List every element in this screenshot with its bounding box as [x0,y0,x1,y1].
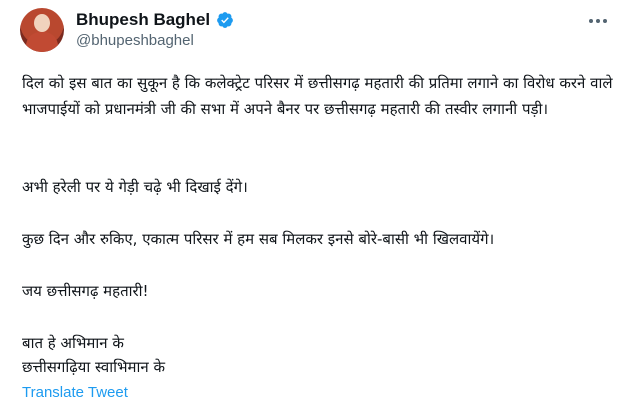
dot [603,19,607,23]
translate-tweet-link[interactable]: Translate Tweet [22,384,128,401]
author-name[interactable]: Bhupesh Baghel [76,10,210,30]
tweet-line: छत्तीसगढ़िया स्वाभिमान के [22,358,165,376]
author-name-row: Bhupesh Baghel [76,10,234,30]
more-options-icon[interactable] [586,14,610,28]
tweet-card: Bhupesh Baghel @bhupeshbaghel दिल को इस … [0,0,630,401]
dot [589,19,593,23]
avatar-body [26,32,58,52]
tweet-paragraph: दिल को इस बात का सुकून है कि कलेक्ट्रेट … [22,74,613,118]
tweet-line: बात हे अभिमान के [22,334,124,352]
avatar[interactable] [20,8,64,52]
tweet-paragraph: जय छत्तीसगढ़ महतारी! [22,282,149,300]
tweet-body: दिल को इस बात का सुकून है कि कलेक्ट्रेट … [22,70,622,376]
author-handle[interactable]: @bhupeshbaghel [76,32,194,49]
avatar-face [34,14,50,32]
dot [596,19,600,23]
tweet-paragraph: कुछ दिन और रुकिए, एकात्म परिसर में हम सब… [22,230,495,248]
tweet-paragraph: अभी हरेली पर ये गेड़ी चढ़े भी दिखाई देंग… [22,178,248,196]
verified-badge-icon [217,12,233,28]
